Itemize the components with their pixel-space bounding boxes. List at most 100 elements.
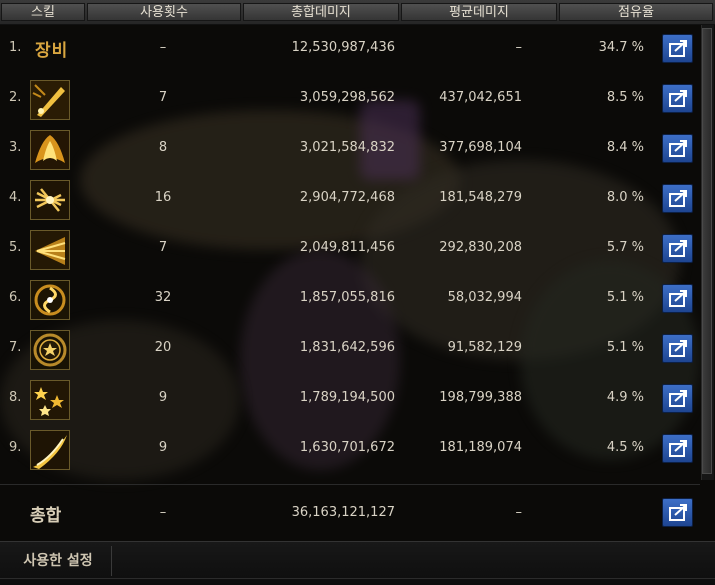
skill-icon-star-ring[interactable]: [30, 330, 70, 370]
row-share: 34.7 %: [598, 40, 644, 55]
share-button[interactable]: [662, 84, 693, 113]
row-total-damage: 1,831,642,596: [299, 340, 395, 355]
row-rank: 9.: [9, 440, 22, 455]
header-share[interactable]: 점유율: [559, 3, 713, 21]
table-row: 7. 20 1,831,642,596 91,582,129 5.1 %: [0, 324, 700, 372]
row-uses: 8: [158, 140, 168, 155]
footer-bar: 사용한 설정: [0, 541, 715, 585]
equipment-label: 장비: [35, 41, 69, 61]
row-rank: 5.: [9, 240, 22, 255]
share-button[interactable]: [662, 284, 693, 313]
row-share: 8.4 %: [606, 140, 644, 155]
header-total-damage[interactable]: 총합데미지: [243, 3, 399, 21]
share-button[interactable]: [662, 134, 693, 163]
row-avg-damage: –: [515, 40, 523, 55]
row-share: 8.0 %: [606, 190, 644, 205]
row-avg-damage: 377,698,104: [439, 140, 522, 155]
row-rank: 8.: [9, 390, 22, 405]
skill-icon-rays[interactable]: [30, 230, 70, 270]
row-avg-damage: 437,042,651: [439, 90, 522, 105]
row-total-damage: 1,857,055,816: [299, 290, 395, 305]
share-button[interactable]: [662, 498, 693, 527]
share-icon: [669, 440, 687, 457]
row-rank: 6.: [9, 290, 22, 305]
row-share: 5.1 %: [606, 340, 644, 355]
table-row: 6. 32 1,857,055,816 58,032,994 5.1 %: [0, 274, 700, 322]
header-avg-damage[interactable]: 평균데미지: [401, 3, 557, 21]
table-row: 1. 장비 – 12,530,987,436 – 34.7 %: [0, 24, 700, 72]
table-row: 8. 9 1,789,194,500 198,799,388 4.9 %: [0, 374, 700, 422]
total-damage-sum: 36,163,121,127: [291, 505, 395, 520]
skill-icon-vortex[interactable]: [30, 280, 70, 320]
share-icon: [669, 190, 687, 207]
row-avg-damage: 58,032,994: [447, 290, 522, 305]
column-header-bar: 스킬 사용횟수 총합데미지 평균데미지 점유율: [0, 0, 715, 25]
row-share: 8.5 %: [606, 90, 644, 105]
row-uses: 9: [158, 440, 168, 455]
row-avg-damage: 198,799,388: [439, 390, 522, 405]
share-icon: [669, 504, 687, 521]
share-icon: [669, 40, 687, 57]
share-icon: [669, 290, 687, 307]
row-total-damage: 1,630,701,672: [299, 440, 395, 455]
total-label: 총합: [30, 506, 62, 526]
share-button[interactable]: [662, 234, 693, 263]
share-icon: [669, 390, 687, 407]
share-icon: [669, 240, 687, 257]
divider: [0, 578, 715, 579]
row-share: 4.5 %: [606, 440, 644, 455]
row-rank: 4.: [9, 190, 22, 205]
row-share: 5.7 %: [606, 240, 644, 255]
row-total-damage: 3,021,584,832: [299, 140, 395, 155]
share-icon: [669, 140, 687, 157]
row-uses: 16: [154, 190, 172, 205]
share-button[interactable]: [662, 34, 693, 63]
row-total-damage: 12,530,987,436: [291, 40, 395, 55]
share-button[interactable]: [662, 334, 693, 363]
tab-used-settings[interactable]: 사용한 설정: [5, 546, 112, 576]
header-uses[interactable]: 사용횟수: [87, 3, 241, 21]
skill-icon-stars[interactable]: [30, 380, 70, 420]
table-row: 5. 7 2,049,811,456 292,830,208 5.7 %: [0, 224, 700, 272]
row-uses: 20: [154, 340, 172, 355]
total-uses: –: [159, 505, 167, 520]
row-avg-damage: 292,830,208: [439, 240, 522, 255]
row-rank: 7.: [9, 340, 22, 355]
row-rank: 3.: [9, 140, 22, 155]
row-uses: 32: [154, 290, 172, 305]
row-total-damage: 2,904,772,468: [299, 190, 395, 205]
row-avg-damage: 181,189,074: [439, 440, 522, 455]
scrollbar-thumb[interactable]: [702, 28, 712, 474]
row-total-damage: 1,789,194,500: [299, 390, 395, 405]
row-rank: 2.: [9, 90, 22, 105]
table-row: 3. 8 3,021,584,832 377,698,104 8.4 %: [0, 124, 700, 172]
row-share: 5.1 %: [606, 290, 644, 305]
row-total-damage: 2,049,811,456: [299, 240, 395, 255]
row-avg-damage: 181,548,279: [439, 190, 522, 205]
header-skill[interactable]: 스킬: [1, 3, 85, 21]
share-button[interactable]: [662, 184, 693, 213]
share-button[interactable]: [662, 384, 693, 413]
row-uses: –: [159, 40, 167, 55]
table-row: 9. 9 1,630,701,672 181,189,074 4.5 %: [0, 424, 700, 472]
damage-stats-panel: 스킬 사용횟수 총합데미지 평균데미지 점유율 1. 장비 – 12,530,9…: [0, 0, 715, 585]
row-uses: 9: [158, 390, 168, 405]
share-icon: [669, 90, 687, 107]
skill-icon-burst[interactable]: [30, 180, 70, 220]
row-share: 4.9 %: [606, 390, 644, 405]
row-uses: 7: [158, 90, 168, 105]
share-icon: [669, 340, 687, 357]
total-row: 총합 – 36,163,121,127 –: [0, 487, 700, 539]
divider: [0, 484, 700, 485]
total-avg: –: [515, 505, 523, 520]
row-avg-damage: 91,582,129: [447, 340, 522, 355]
skill-icon-slash[interactable]: [30, 430, 70, 470]
row-uses: 7: [158, 240, 168, 255]
table-row: 4. 16 2,904,772,468 181,548,279 8.0 %: [0, 174, 700, 222]
skill-icon-flame[interactable]: [30, 130, 70, 170]
table-row: 2. 7 3,059,298,562 437,042,651 8.5 %: [0, 74, 700, 122]
share-button[interactable]: [662, 434, 693, 463]
row-total-damage: 3,059,298,562: [299, 90, 395, 105]
row-rank: 1.: [9, 40, 22, 55]
skill-icon-blade[interactable]: [30, 80, 70, 120]
